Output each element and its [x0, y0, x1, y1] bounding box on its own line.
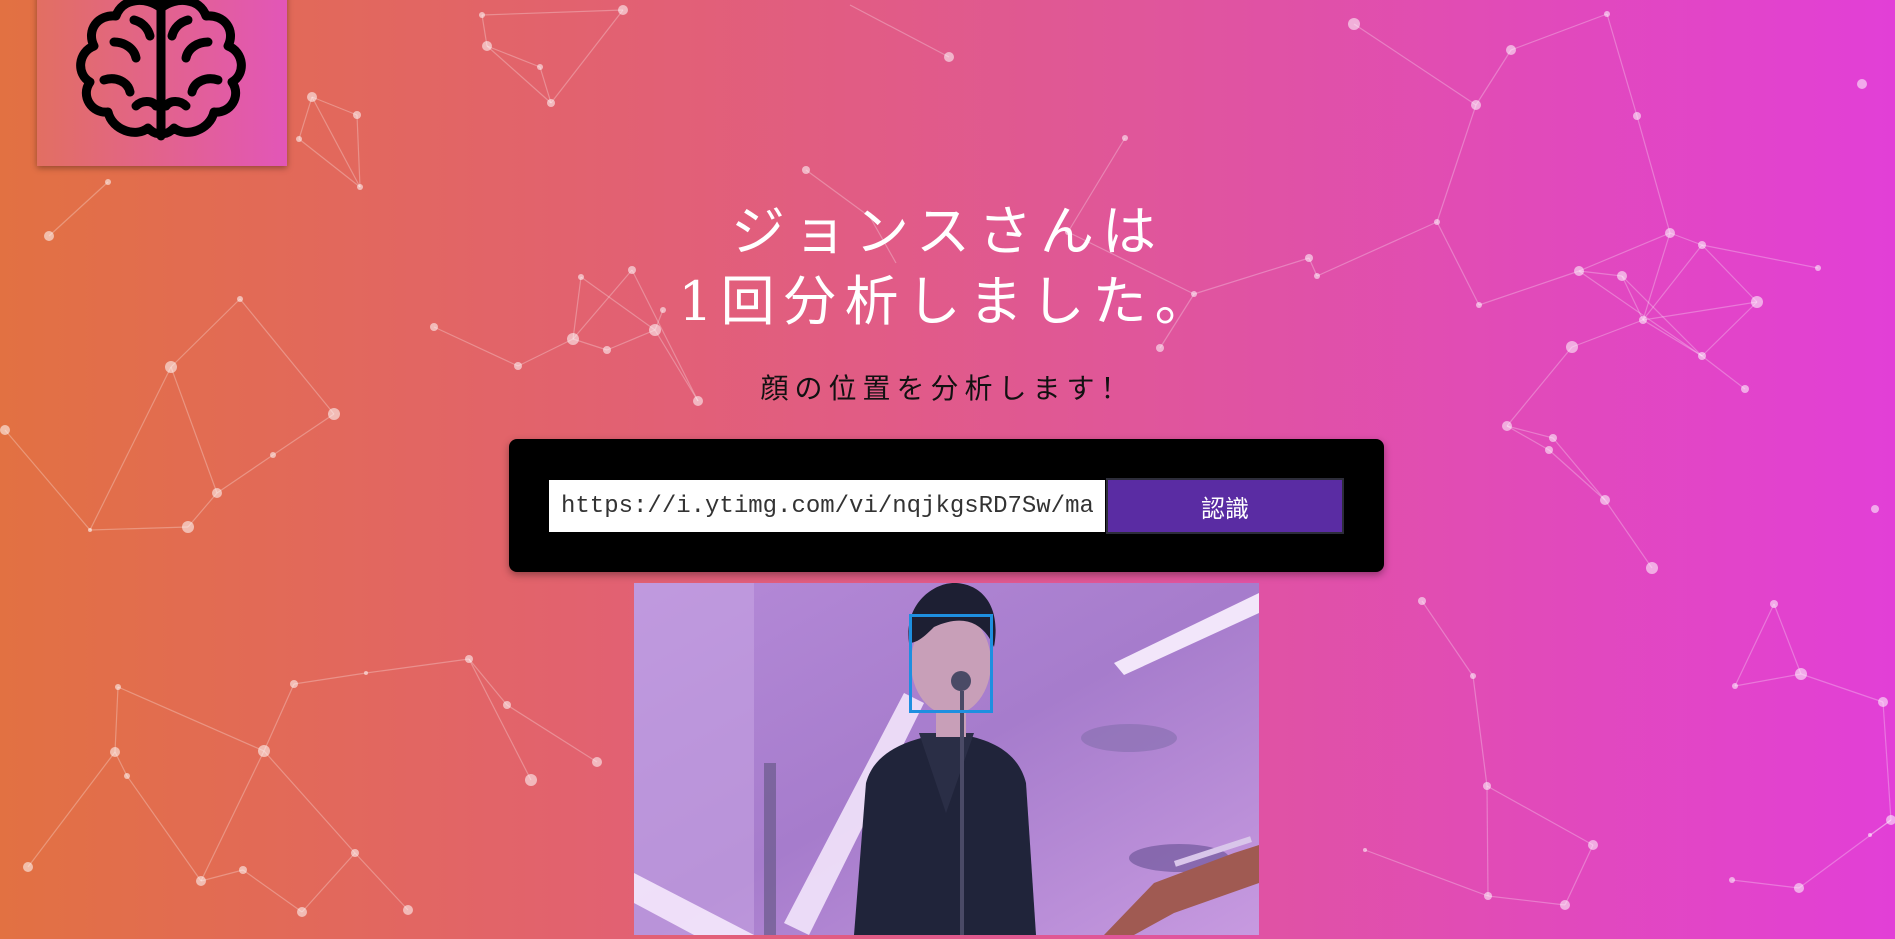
page-title: ジョンスさんは 1回分析しました。	[0, 197, 1895, 337]
url-form-panel: 認識	[509, 439, 1384, 572]
image-url-input[interactable]	[549, 480, 1105, 532]
face-detection-box	[909, 614, 993, 713]
recognize-button[interactable]: 認識	[1106, 478, 1344, 534]
result-image	[634, 583, 1259, 935]
logo[interactable]	[37, 0, 287, 166]
subtitle: 顔の位置を分析します！	[760, 372, 1135, 405]
title-line-1: ジョンスさんは	[731, 200, 1164, 263]
brain-icon	[76, 0, 246, 141]
title-line-2: 1回分析しました。	[678, 270, 1217, 333]
